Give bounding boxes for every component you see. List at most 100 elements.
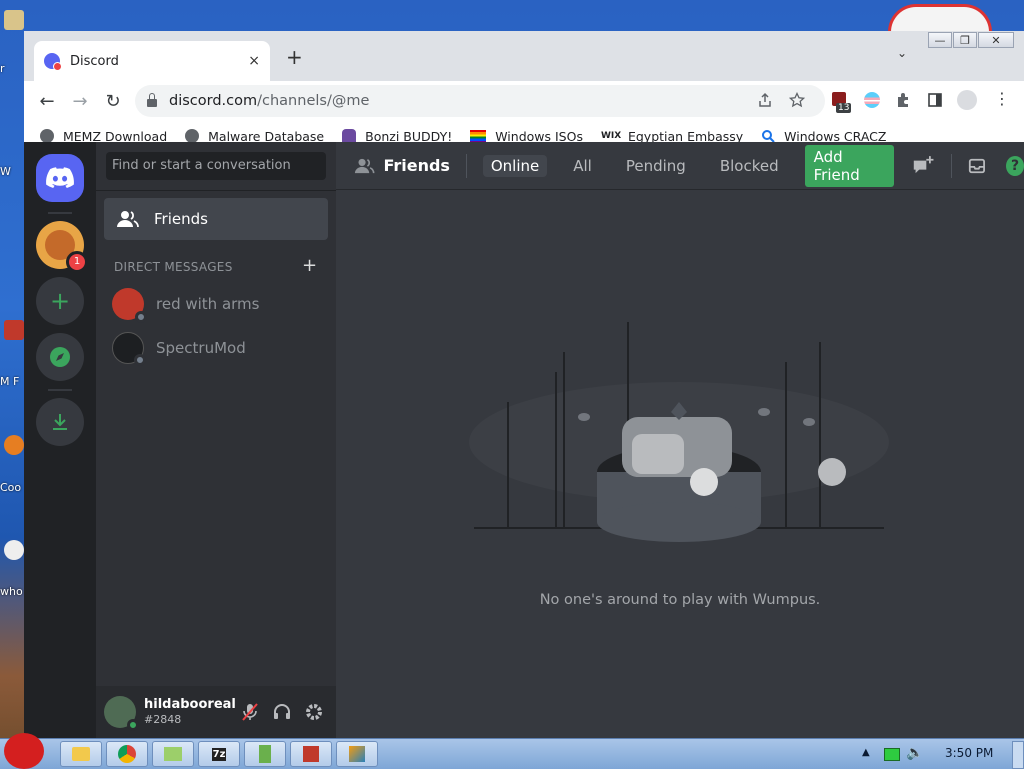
tab-blocked[interactable]: Blocked [712, 155, 787, 177]
lock-icon[interactable] [147, 93, 157, 107]
user-info[interactable]: hildabooreal #2848 [144, 697, 240, 727]
discord-logo-icon [46, 167, 74, 188]
taskbar: 7z ▲ 🔈 3:50 PM [0, 733, 1024, 769]
settings-gear-icon[interactable] [304, 702, 324, 722]
download-apps-button[interactable] [36, 398, 84, 446]
user-avatar[interactable] [104, 696, 139, 731]
new-group-dm-icon[interactable] [912, 154, 935, 178]
desktop-app-icon[interactable] [4, 320, 24, 340]
minimize-button[interactable]: — [928, 32, 952, 48]
direct-messages-header: DIRECT MESSAGES [114, 260, 233, 274]
tab-search-icon[interactable]: ⌄ [897, 46, 907, 60]
inbox-icon[interactable] [968, 156, 986, 176]
browser-window: Discord × + ⌄ — ❐ ✕ ← → ↻ discord.com/ch… [24, 31, 1024, 738]
help-icon[interactable]: ? [1006, 155, 1024, 176]
server-icon[interactable]: 1 [36, 221, 88, 273]
taskbar-app-button[interactable] [152, 741, 194, 767]
add-server-button[interactable]: + [36, 277, 84, 325]
7zip-icon: 7z [211, 747, 227, 761]
tray-expand-icon[interactable]: ▲ [862, 747, 870, 758]
extension-badge: 13 [836, 103, 852, 113]
discord-favicon-icon [44, 53, 62, 71]
username: hildabooreal [144, 697, 236, 712]
taskbar-7zip-button[interactable]: 7z [198, 741, 240, 767]
browser-menu-icon[interactable]: ⋮ [994, 89, 1010, 108]
app-icon [303, 746, 319, 762]
taskbar-chrome-button[interactable] [106, 741, 148, 767]
app-icon [349, 746, 365, 762]
friends-icon [117, 211, 139, 228]
dm-item[interactable]: red with arms [104, 283, 328, 325]
side-panel-icon[interactable] [927, 92, 943, 108]
wix-icon: WIX [600, 131, 622, 141]
mention-badge: 1 [66, 251, 88, 273]
find-conversation-input[interactable]: Find or start a conversation [106, 152, 326, 180]
new-tab-button[interactable]: + [286, 45, 303, 69]
maximize-button[interactable]: ❐ [953, 32, 977, 48]
tab-online[interactable]: Online [482, 154, 548, 177]
discord-home-button[interactable] [36, 154, 84, 202]
divider [951, 153, 953, 178]
taskbar-app-button[interactable] [290, 741, 332, 767]
show-desktop-button[interactable] [1012, 741, 1024, 769]
desktop-icon-label: W [0, 165, 11, 178]
chrome-icon [118, 745, 136, 763]
globe-icon [185, 129, 200, 143]
tab-discord[interactable]: Discord × [34, 41, 270, 81]
taskbar-app-button[interactable] [244, 741, 286, 767]
friends-nav-item[interactable]: Friends [104, 198, 328, 240]
globe-icon [40, 129, 54, 143]
desktop-icon-label: M F [0, 375, 20, 388]
share-icon[interactable] [757, 92, 773, 108]
status-offline-icon [134, 354, 146, 366]
reload-button[interactable]: ↻ [98, 91, 128, 112]
wumpus-illustration [469, 322, 889, 542]
address-bar[interactable]: discord.com/channels/@me [135, 85, 825, 117]
server-separator [48, 212, 72, 214]
desktop-app-icon[interactable] [4, 540, 24, 560]
volume-icon[interactable]: 🔈 [906, 745, 923, 761]
start-button-icon[interactable] [4, 733, 44, 769]
bookmark-star-icon[interactable] [789, 92, 805, 108]
taskbar-app-button[interactable] [336, 741, 378, 767]
add-friend-button[interactable]: Add Friend [804, 144, 895, 187]
download-icon [53, 414, 67, 430]
desktop-icon-label: who u [0, 585, 25, 598]
extension-flag-icon[interactable] [864, 92, 880, 108]
microphone-muted-icon[interactable] [240, 702, 260, 722]
status-online-icon [127, 719, 139, 731]
battery-icon[interactable] [884, 748, 900, 761]
profile-avatar-icon[interactable] [957, 90, 977, 110]
server-sidebar: 1 + [24, 142, 96, 738]
page-title: Friends [383, 156, 450, 175]
dm-sidebar: Find or start a conversation Friends DIR… [96, 142, 336, 738]
desktop-folder-icon[interactable] [4, 10, 24, 30]
back-button[interactable]: ← [32, 91, 62, 112]
user-tag: #2848 [144, 713, 182, 726]
tab-all[interactable]: All [565, 155, 600, 177]
empty-state-message: No one's around to play with Wumpus. [539, 592, 821, 608]
create-dm-button[interactable]: + [302, 255, 317, 276]
taskbar-explorer-button[interactable] [60, 741, 102, 767]
desktop-app-icon[interactable] [4, 435, 24, 455]
discord-app: 1 + Find or start a conversation Friends… [24, 142, 1024, 738]
friends-icon [354, 158, 375, 173]
tab-close-icon[interactable]: × [248, 53, 260, 69]
taskbar-clock[interactable]: 3:50 PM [945, 746, 993, 760]
plus-icon: + [49, 287, 71, 315]
avatar [112, 288, 147, 323]
app-icon [164, 747, 182, 761]
close-window-button[interactable]: ✕ [978, 32, 1014, 48]
explore-servers-button[interactable] [36, 333, 84, 381]
headphones-icon[interactable] [272, 702, 292, 722]
dm-item[interactable]: SpectruMod [104, 327, 328, 369]
dm-name: SpectruMod [156, 339, 246, 357]
forward-button[interactable]: → [65, 91, 95, 112]
friends-label: Friends [154, 210, 208, 228]
tab-pending[interactable]: Pending [618, 155, 694, 177]
user-panel: hildabooreal #2848 [96, 686, 336, 738]
compass-icon [50, 347, 70, 367]
extensions-puzzle-icon[interactable] [895, 92, 911, 108]
status-offline-icon [135, 311, 147, 323]
desktop-icon-label: r [0, 62, 5, 75]
